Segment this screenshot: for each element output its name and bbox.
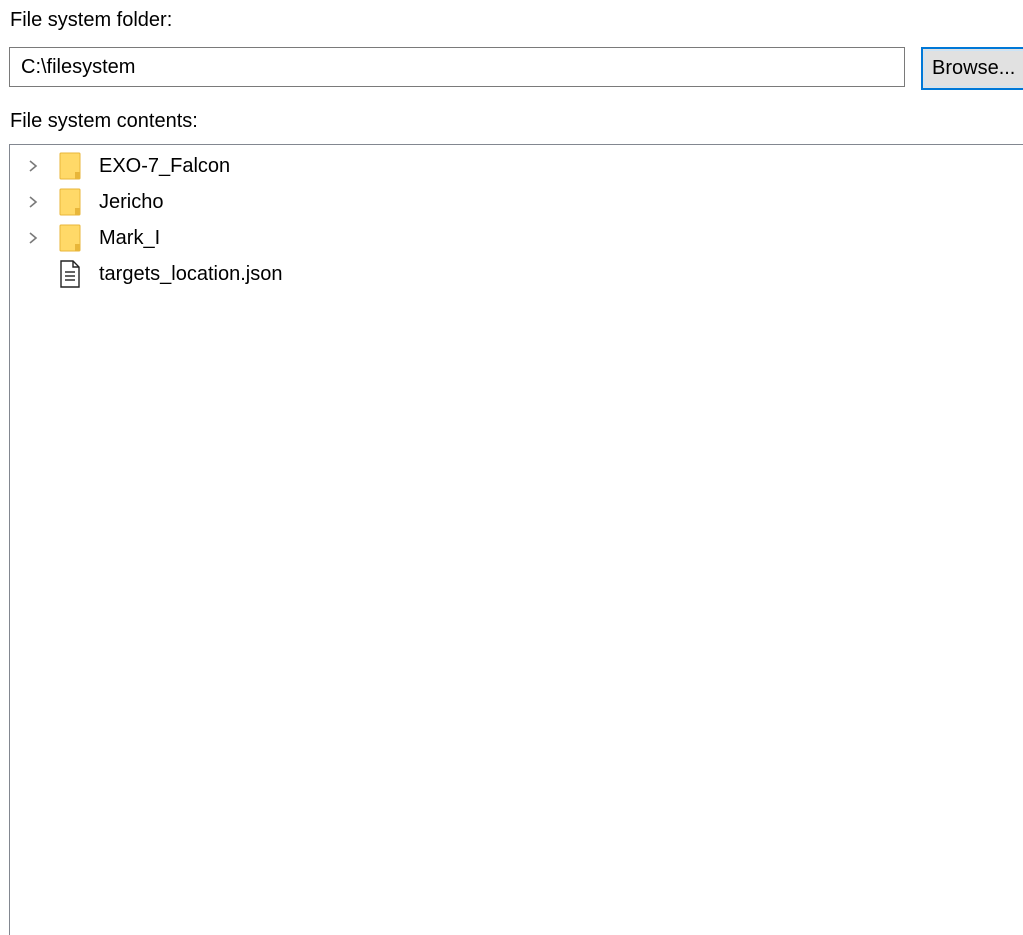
file-system-panel: File system folder: Browse... File syste… [0, 0, 1023, 935]
file-system-contents-label: File system contents: [10, 110, 198, 132]
tree-item-file[interactable]: targets_location.json [10, 256, 282, 292]
file-tree-list: EXO-7_Falcon Jericho Mark_I targets_locatio… [10, 148, 282, 292]
folder-icon [58, 224, 82, 252]
folder-icon [58, 188, 82, 216]
tree-item-folder[interactable]: Mark_I [10, 220, 282, 256]
file-system-folder-label: File system folder: [10, 9, 173, 31]
browse-button[interactable]: Browse... [921, 47, 1023, 90]
tree-item-label: EXO-7_Falcon [99, 155, 231, 177]
folder-icon [58, 152, 82, 180]
tree-item-label: Mark_I [99, 227, 161, 249]
chevron-right-icon[interactable] [10, 148, 56, 184]
tree-item-folder[interactable]: EXO-7_Falcon [10, 148, 282, 184]
document-icon [58, 260, 82, 288]
tree-item-label: targets_location.json [99, 263, 283, 285]
tree-item-label: Jericho [99, 191, 164, 213]
folder-path-input[interactable] [9, 47, 905, 87]
tree-item-folder[interactable]: Jericho [10, 184, 282, 220]
chevron-right-icon[interactable] [10, 220, 56, 256]
file-tree[interactable]: EXO-7_Falcon Jericho Mark_I targets_locatio… [9, 144, 1023, 935]
chevron-right-icon[interactable] [10, 184, 56, 220]
